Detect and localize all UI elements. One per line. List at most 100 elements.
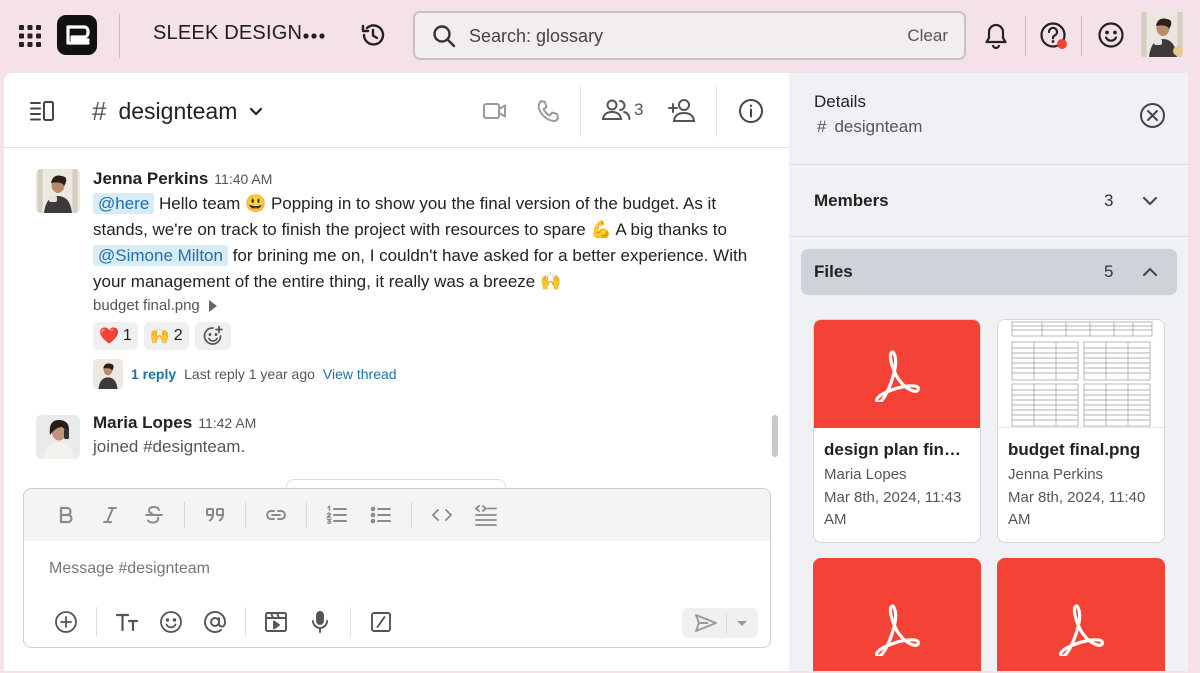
details-panel: Details # designteam Members 3 Files 5 d…: [789, 73, 1188, 671]
file-name: budget final.png: [1008, 440, 1141, 459]
italic-icon[interactable]: [96, 501, 124, 529]
file-name: design plan final...: [824, 440, 970, 459]
message-author[interactable]: Maria Lopes: [93, 413, 192, 432]
pdf-icon: [1053, 600, 1109, 656]
mention-icon[interactable]: [201, 608, 229, 636]
divider: [580, 85, 581, 137]
video-call-icon[interactable]: [482, 100, 508, 122]
attachment-toggle[interactable]: budget final.png: [93, 297, 769, 314]
sidebar-toggle-icon[interactable]: [29, 100, 55, 122]
avatar[interactable]: [36, 415, 80, 459]
reply-count-link[interactable]: 1 reply: [131, 366, 176, 382]
link-icon[interactable]: [262, 501, 290, 529]
scrollbar[interactable]: [772, 415, 778, 457]
add-member-icon[interactable]: [667, 97, 697, 125]
channel-hash-icon: #: [92, 96, 107, 126]
view-thread-link[interactable]: View thread: [323, 366, 397, 382]
search-input[interactable]: Search: glossary: [469, 26, 603, 47]
send-button[interactable]: [682, 608, 758, 638]
divider: [184, 502, 185, 528]
file-thumbnail: [997, 558, 1165, 671]
chevron-down-icon: [1141, 192, 1159, 210]
message-text: @here Hello team 😃 Popping in to show yo…: [93, 191, 769, 295]
members-icon: [601, 98, 631, 122]
numbered-list-icon[interactable]: [323, 501, 351, 529]
apps-grid-icon[interactable]: [18, 24, 42, 48]
files-section-toggle[interactable]: Files 5: [801, 249, 1177, 295]
status-emoji-icon[interactable]: [1097, 21, 1125, 49]
bold-icon[interactable]: [52, 501, 80, 529]
members-count: 3: [1104, 190, 1114, 210]
file-owner: Jenna Perkins: [1008, 466, 1104, 483]
reaction-heart[interactable]: ❤️ 1: [93, 322, 138, 350]
microphone-icon[interactable]: [306, 608, 334, 636]
top-bar: SLEEK DESIGN Search: glossary Clear: [0, 0, 1200, 72]
strikethrough-icon[interactable]: [140, 501, 168, 529]
bullet-list-icon[interactable]: [367, 501, 395, 529]
message-input[interactable]: [24, 541, 770, 597]
close-icon[interactable]: [1139, 102, 1166, 129]
message-author[interactable]: Jenna Perkins: [93, 169, 208, 188]
file-card[interactable]: [997, 558, 1165, 671]
message-text: joined #designteam.: [93, 437, 246, 456]
add-attachment-icon[interactable]: [52, 608, 80, 636]
code-icon[interactable]: [428, 501, 456, 529]
help-icon[interactable]: [1039, 21, 1069, 51]
file-card[interactable]: budget final.png Jenna Perkins Mar 8th, …: [997, 319, 1165, 543]
video-clip-icon[interactable]: [262, 608, 290, 636]
member-count: 3: [634, 100, 644, 119]
avatar[interactable]: [36, 169, 80, 213]
send-options-icon[interactable]: [736, 620, 748, 628]
text-format-icon[interactable]: [113, 608, 141, 636]
files-label: Files: [814, 262, 853, 281]
channel-view: # designteam 3 Jenna Perkins 11:40 AM @h…: [4, 73, 789, 671]
code-block-icon[interactable]: [472, 501, 500, 529]
divider: [1081, 16, 1082, 56]
message-time[interactable]: 11:42 AM: [198, 415, 256, 431]
reaction-raised-hands[interactable]: 🙌 2: [143, 322, 189, 350]
formatting-toolbar: [24, 489, 770, 541]
more-options-icon[interactable]: [301, 24, 327, 48]
file-thumbnail: [814, 320, 980, 428]
workspace-name[interactable]: SLEEK DESIGN: [153, 22, 302, 45]
app-logo[interactable]: [57, 15, 97, 55]
thread-summary[interactable]: 1 reply Last reply 1 year ago View threa…: [93, 359, 397, 389]
bell-icon[interactable]: [983, 22, 1009, 50]
file-card[interactable]: design plan final... Maria Lopes Mar 8th…: [813, 319, 981, 543]
search-bar[interactable]: Search: glossary Clear: [413, 11, 966, 60]
file-card[interactable]: [813, 558, 981, 671]
info-icon[interactable]: [738, 98, 764, 124]
history-icon[interactable]: [359, 21, 387, 49]
members-section-toggle[interactable]: Members 3: [789, 165, 1188, 237]
caret-right-icon: [208, 299, 218, 313]
channel-title[interactable]: # designteam: [92, 96, 263, 127]
details-title: Details: [814, 92, 866, 111]
add-reaction-button[interactable]: [194, 322, 231, 350]
chevron-down-icon[interactable]: [249, 107, 263, 117]
add-reaction-icon: [202, 325, 224, 347]
profile-avatar[interactable]: [1140, 12, 1185, 57]
attachment-name: budget final.png: [93, 297, 200, 314]
message-time[interactable]: 11:40 AM: [214, 171, 272, 187]
divider: [96, 607, 97, 637]
notification-dot: [1057, 39, 1067, 49]
quote-icon[interactable]: [201, 501, 229, 529]
message-text-segment: Hello team: [159, 194, 241, 213]
mention-user[interactable]: @Simone Milton: [93, 245, 228, 266]
files-count: 5: [1104, 262, 1114, 281]
divider: [350, 607, 351, 637]
file-date: Mar 8th, 2024, 11:40 AM: [1008, 489, 1146, 528]
slash-command-icon[interactable]: [367, 608, 395, 636]
search-icon: [431, 23, 457, 49]
emoji-icon[interactable]: [157, 608, 185, 636]
channel-hash-icon: #: [817, 117, 827, 136]
reaction-count: 1: [122, 327, 132, 344]
last-reply-text: Last reply 1 year ago: [184, 366, 315, 382]
channel-members-button[interactable]: 3: [601, 98, 643, 122]
phone-call-icon[interactable]: [535, 98, 561, 124]
members-label: Members: [814, 190, 889, 210]
mention-here[interactable]: @here: [93, 193, 155, 214]
search-clear-button[interactable]: Clear: [907, 26, 948, 46]
send-icon[interactable]: [694, 612, 718, 634]
grinning-emoji: 😃: [245, 194, 267, 213]
